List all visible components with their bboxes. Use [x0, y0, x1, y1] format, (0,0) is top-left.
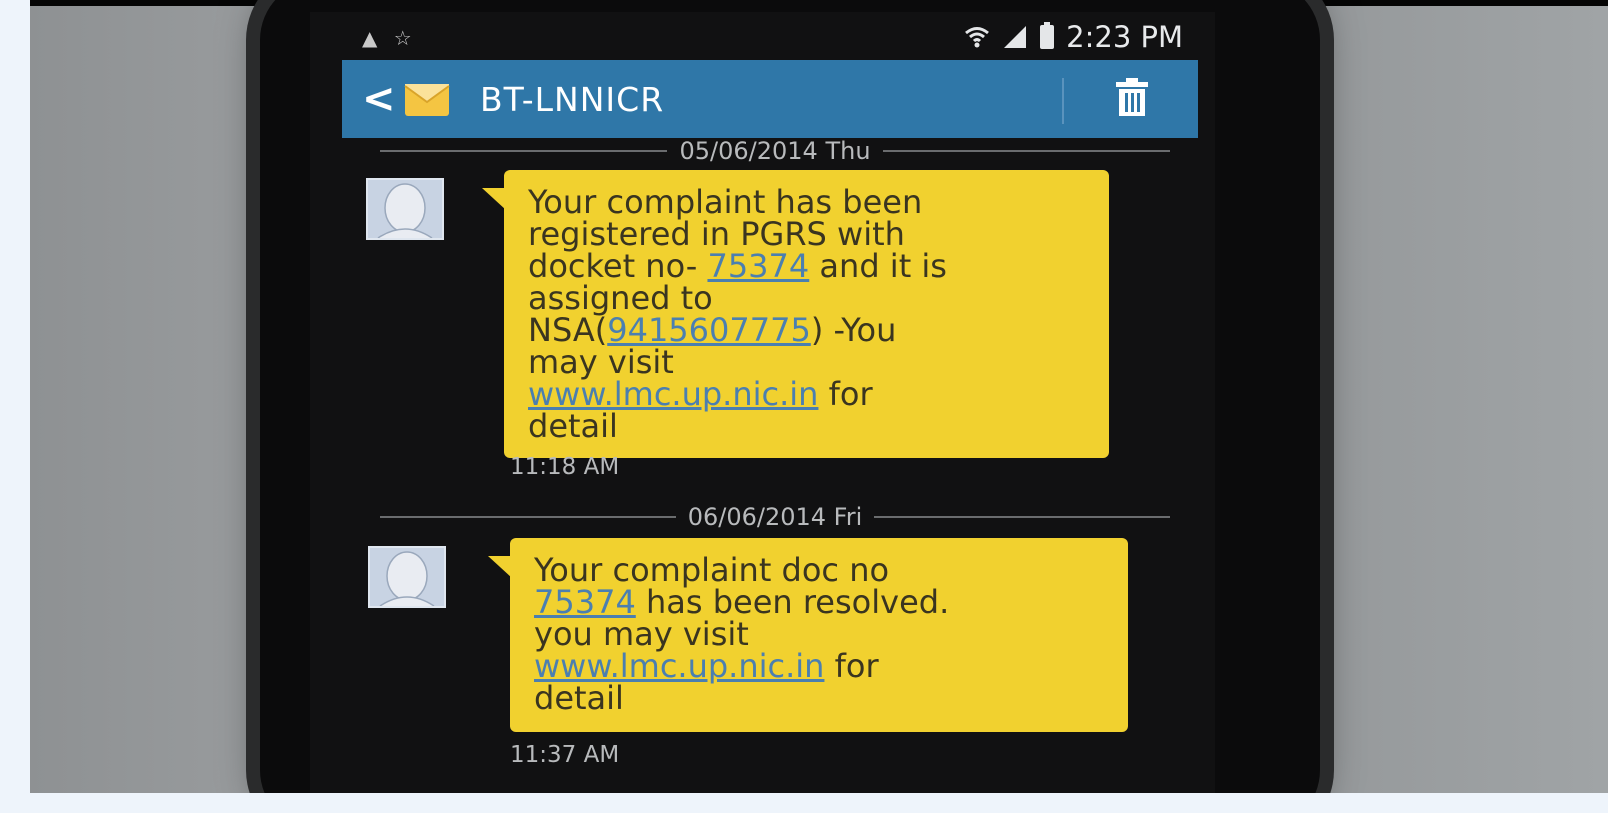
status-left-icons: ▲ ☆: [362, 26, 422, 50]
message-line: www.lmc.up.nic.in for: [534, 650, 1104, 682]
person-icon: [379, 551, 435, 606]
envelope-icon: [404, 84, 450, 116]
battery-icon: [1040, 22, 1055, 49]
status-right: 2:23 PM: [964, 20, 1183, 54]
message-line: detail: [528, 410, 1085, 442]
message-text: detail: [534, 679, 624, 717]
message-bubble[interactable]: Your complaint has been registered in PG…: [482, 170, 1109, 458]
photo-background: ▲ ☆ 2:23 PM < BT-LNNICR 05/06/2014 Thu Y…: [30, 0, 1608, 793]
message-text: for: [818, 375, 873, 413]
date-label: 06/06/2014 Fri: [687, 503, 863, 531]
docket-link[interactable]: 75374: [707, 247, 809, 285]
message-text: for: [824, 647, 879, 685]
star-icon: ☆: [393, 26, 412, 50]
avatar: [366, 178, 444, 240]
conversation-header: < BT-LNNICR: [342, 60, 1198, 138]
signal-icon: [1004, 26, 1027, 48]
trash-icon[interactable]: [1112, 78, 1152, 118]
message-text: and it is: [809, 247, 947, 285]
divider-line: [882, 150, 1171, 152]
message-line: detail: [534, 682, 1104, 714]
message-text: detail: [528, 407, 618, 445]
message-time: 11:18 AM: [510, 454, 620, 480]
header-divider: [1062, 78, 1064, 124]
avatar: [368, 546, 446, 608]
back-icon[interactable]: <: [362, 76, 396, 122]
status-bar: ▲ ☆ 2:23 PM: [310, 12, 1215, 57]
message-line: www.lmc.up.nic.in for: [528, 378, 1085, 410]
message-line: Your complaint has been: [528, 186, 1085, 218]
date-label: 05/06/2014 Thu: [679, 137, 871, 165]
message-line: NSA(9415607775) -You: [528, 314, 1085, 346]
date-separator: 06/06/2014 Fri: [380, 502, 1170, 532]
phone-screen: ▲ ☆ 2:23 PM < BT-LNNICR 05/06/2014 Thu Y…: [310, 12, 1215, 793]
date-separator: 05/06/2014 Thu: [380, 136, 1171, 166]
message-line: registered in PGRS with: [528, 218, 1085, 250]
wifi-icon: [965, 27, 990, 48]
contact-name: BT-LNNICR: [480, 79, 665, 119]
message-bubble[interactable]: Your complaint doc no 75374 has been res…: [488, 538, 1128, 732]
person-icon: [377, 183, 433, 238]
message-text: ) -You: [810, 311, 897, 349]
divider-line: [380, 150, 668, 152]
message-line: may visit: [528, 346, 1085, 378]
message-line: docket no- 75374 and it is: [528, 250, 1085, 282]
divider-line: [874, 516, 1170, 518]
notification-icon: ▲: [362, 26, 378, 50]
message-line: you may visit: [534, 618, 1104, 650]
status-time: 2:23 PM: [1066, 20, 1183, 54]
message-line: 75374 has been resolved.: [534, 586, 1104, 618]
message-line: assigned to: [528, 282, 1085, 314]
message-time: 11:37 AM: [510, 742, 620, 768]
message-line: Your complaint doc no: [534, 554, 1104, 586]
divider-line: [380, 516, 676, 518]
